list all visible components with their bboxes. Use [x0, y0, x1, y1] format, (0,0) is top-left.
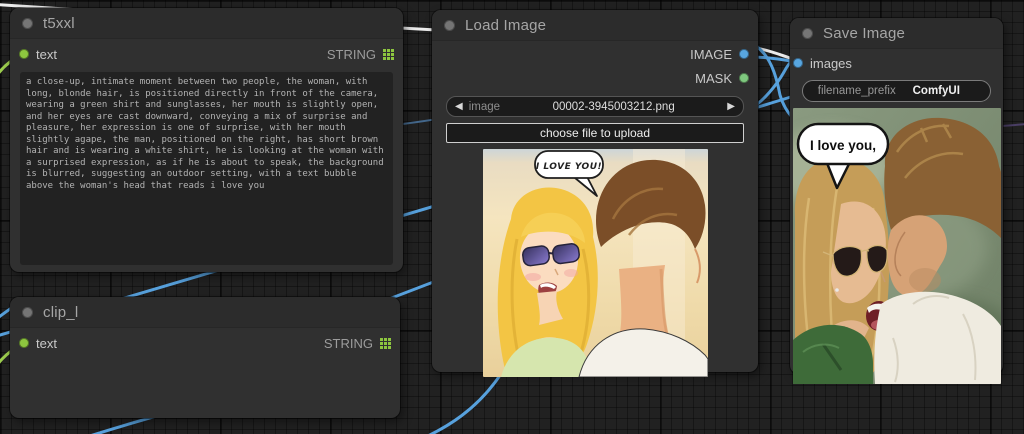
image-combo-widget[interactable]: ◀ image 00002-3945003212.png ▶ [446, 96, 744, 117]
node-load-image[interactable]: Load Image IMAGE MASK ◀ image 00002-3945… [432, 10, 758, 377]
combo-prev-arrow-icon[interactable]: ◀ [455, 101, 463, 112]
collapse-dot[interactable] [22, 17, 33, 29]
slot-label: text [36, 335, 57, 351]
combo-label: image [468, 100, 501, 113]
text-socket[interactable] [19, 49, 29, 59]
loaded-image-preview: I LOVE YOU! [482, 149, 708, 377]
image-output-socket[interactable] [739, 49, 749, 59]
string-grid-icon [380, 338, 391, 349]
widget-label: filename_prefix [817, 85, 896, 97]
node-title: Load Image [465, 16, 547, 34]
type-label: STRING [326, 46, 376, 62]
speech-bubble-text: I LOVE YOU! [535, 162, 601, 172]
collapse-dot[interactable] [22, 306, 33, 318]
node-header: t5xxl [10, 8, 403, 39]
saved-image-preview: I love you, [792, 108, 1001, 384]
collapse-dot[interactable] [444, 19, 455, 31]
choose-file-button[interactable]: choose file to upload [446, 123, 744, 143]
wire-blue-gap-up [750, 56, 797, 110]
node-title: Save Image [823, 24, 906, 42]
node-t5xxl[interactable]: t5xxl text STRING a close-up, intimate m… [10, 8, 403, 272]
string-grid-icon [383, 49, 394, 60]
slot-label: IMAGE [690, 46, 732, 62]
prompt-textarea[interactable]: a close-up, intimate moment between two … [20, 72, 393, 265]
slot-label: images [810, 55, 852, 71]
combo-value: 00002-3945003212.png [552, 100, 675, 113]
speech-bubble-text: I love you, [809, 138, 875, 153]
node-header: clip_l [10, 297, 400, 328]
slot-label: MASK [695, 70, 732, 86]
text-socket[interactable] [19, 338, 29, 348]
mask-output-socket[interactable] [739, 73, 749, 83]
filename-prefix-widget[interactable]: filename_prefix ComfyUI [802, 80, 991, 102]
widget-value: ComfyUI [912, 85, 960, 97]
node-save-image[interactable]: Save Image images filename_prefix ComfyU… [790, 18, 1003, 384]
slot-label: text [36, 46, 57, 62]
node-header: Load Image [432, 10, 758, 41]
type-label: STRING [323, 335, 373, 351]
node-clip-l[interactable]: clip_l text STRING [10, 297, 400, 418]
node-title: clip_l [43, 303, 79, 321]
collapse-dot[interactable] [802, 27, 813, 39]
combo-next-arrow-icon[interactable]: ▶ [727, 101, 735, 112]
node-graph-canvas[interactable]: t5xxl text STRING a close-up, intimate m… [0, 0, 1024, 434]
node-title: t5xxl [43, 14, 75, 32]
images-input-socket[interactable] [793, 58, 803, 68]
node-header: Save Image [790, 18, 1003, 49]
wire-purple-faint [1001, 123, 1024, 127]
